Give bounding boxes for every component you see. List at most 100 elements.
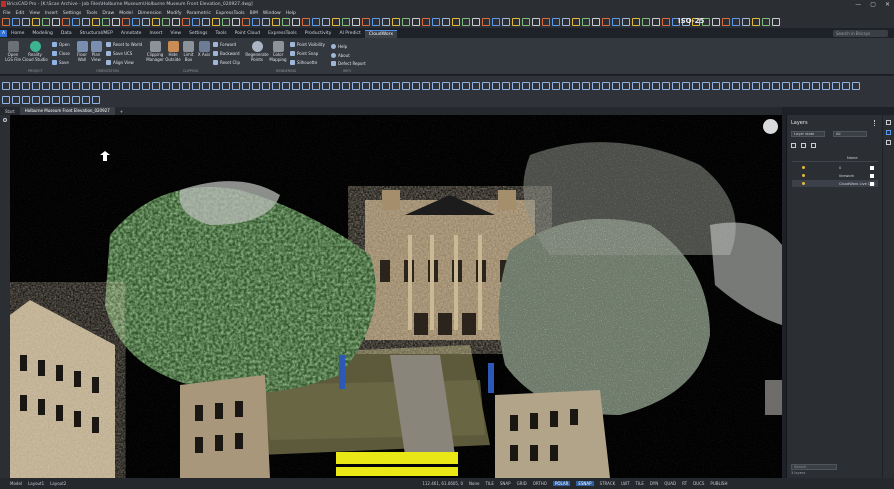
toolbar-tool-icon[interactable] — [312, 18, 320, 26]
draw-tool-icon[interactable] — [2, 96, 10, 104]
layer-row[interactable]: linework — [792, 172, 878, 179]
tab-ai-predict[interactable]: AI Predict — [335, 30, 364, 37]
limit-box-button[interactable]: Limit Box — [182, 41, 195, 62]
draw-tool-icon[interactable] — [172, 82, 180, 90]
draw-tool-icon[interactable] — [362, 82, 370, 90]
toolbar-tool-icon[interactable] — [132, 18, 140, 26]
draw-tool-icon[interactable] — [312, 82, 320, 90]
toggle-tile-2[interactable]: TILE — [636, 481, 644, 486]
layers-icon[interactable] — [886, 130, 891, 135]
layout-tab-model[interactable]: Model — [10, 481, 22, 486]
toolbar-tool-icon[interactable] — [552, 18, 560, 26]
toolbar-tool-icon[interactable] — [722, 18, 730, 26]
toolbar-tool-icon[interactable] — [212, 18, 220, 26]
toolbar-tool-icon[interactable] — [752, 18, 760, 26]
toggle-lwt[interactable]: LWT — [621, 481, 629, 486]
lightbulb-icon[interactable] — [802, 182, 805, 185]
library-icon[interactable] — [886, 140, 891, 145]
toolbar-tool-icon[interactable] — [442, 18, 450, 26]
toggle-polar[interactable]: POLAR — [552, 481, 571, 486]
toggle-ortho[interactable]: ORTHO — [533, 481, 547, 486]
draw-tool-icon[interactable] — [802, 82, 810, 90]
menu-draw[interactable]: Draw — [102, 11, 114, 16]
doc-tab-drawing[interactable]: Holburne Museum Front Elevation_020927 — [19, 107, 115, 115]
menu-help[interactable]: Help — [286, 11, 296, 16]
toolbar-tool-icon[interactable] — [572, 18, 580, 26]
menu-dimension[interactable]: Dimension — [138, 11, 162, 16]
tab-tools[interactable]: Tools — [212, 30, 231, 37]
toolbar-tool-icon[interactable] — [592, 18, 600, 26]
app-menu-button[interactable]: A — [0, 30, 8, 37]
draw-tool-icon[interactable] — [112, 82, 120, 90]
draw-tool-icon[interactable] — [612, 82, 620, 90]
draw-tool-icon[interactable] — [332, 82, 340, 90]
toolbar-tool-icon[interactable] — [22, 18, 30, 26]
draw-tool-icon[interactable] — [132, 82, 140, 90]
toolbar-tool-icon[interactable] — [332, 18, 340, 26]
toolbar-tool-icon[interactable] — [142, 18, 150, 26]
draw-tool-icon[interactable] — [42, 82, 50, 90]
toolbar-tool-icon[interactable] — [522, 18, 530, 26]
draw-tool-icon[interactable] — [22, 96, 30, 104]
menu-tools[interactable]: Tools — [86, 11, 97, 16]
draw-tool-icon[interactable] — [92, 82, 100, 90]
draw-tool-icon[interactable] — [852, 82, 860, 90]
toolbar-tool-icon[interactable] — [372, 18, 380, 26]
draw-tool-icon[interactable] — [462, 82, 470, 90]
menu-file[interactable]: File — [3, 11, 11, 16]
toolbar-tool-icon[interactable] — [632, 18, 640, 26]
toolbar-tool-icon[interactable] — [342, 18, 350, 26]
doc-tab-start[interactable]: Start — [0, 109, 20, 114]
toolbar-tool-icon[interactable] — [772, 18, 780, 26]
draw-tool-icon[interactable] — [562, 82, 570, 90]
menu-window[interactable]: Window — [263, 11, 281, 16]
toolbar-tool-icon[interactable] — [152, 18, 160, 26]
new-tab-button[interactable]: + — [115, 109, 128, 114]
draw-tool-icon[interactable] — [792, 82, 800, 90]
toolbar-tool-icon[interactable] — [252, 18, 260, 26]
toolbar-tool-icon[interactable] — [92, 18, 100, 26]
draw-tool-icon[interactable] — [22, 82, 30, 90]
toggle-dyn[interactable]: DYN — [650, 481, 658, 486]
tab-modeling[interactable]: Modeling — [28, 30, 56, 37]
tab-view[interactable]: View — [166, 30, 185, 37]
draw-tool-icon[interactable] — [212, 82, 220, 90]
menu-view[interactable]: View — [29, 11, 40, 16]
plan-view-button[interactable]: Plan View — [89, 41, 103, 62]
draw-tool-icon[interactable] — [532, 82, 540, 90]
layer-search-input[interactable]: Search — [791, 464, 837, 470]
toolbar-tool-icon[interactable] — [502, 18, 510, 26]
draw-tool-icon[interactable] — [62, 82, 70, 90]
draw-tool-icon[interactable] — [822, 82, 830, 90]
tab-home[interactable]: Home — [7, 30, 28, 37]
draw-tool-icon[interactable] — [592, 82, 600, 90]
draw-tool-icon[interactable] — [742, 82, 750, 90]
menu-modify[interactable]: Modify — [167, 11, 182, 16]
maximize-button[interactable]: ▢ — [870, 1, 876, 8]
draw-tool-icon[interactable] — [52, 82, 60, 90]
draw-tool-icon[interactable] — [832, 82, 840, 90]
toolbar-tool-icon[interactable] — [742, 18, 750, 26]
draw-tool-icon[interactable] — [252, 82, 260, 90]
toolbar-tool-icon[interactable] — [642, 18, 650, 26]
draw-tool-icon[interactable] — [72, 82, 80, 90]
clipping-manager-button[interactable]: Clipping Manager — [145, 41, 165, 62]
reality-cloud-studio-button[interactable]: Reality Cloud Studio — [22, 41, 48, 62]
toolbar-tool-icon[interactable] — [402, 18, 410, 26]
draw-tool-icon[interactable] — [162, 82, 170, 90]
close-button[interactable]: ✕ — [885, 1, 890, 8]
draw-tool-icon[interactable] — [92, 96, 100, 104]
layout-tab-layout1[interactable]: Layout1 — [28, 481, 44, 486]
menu-settings[interactable]: Settings — [63, 11, 81, 16]
hide-outside-button[interactable]: Hide Outside — [165, 41, 181, 62]
draw-tool-icon[interactable] — [292, 82, 300, 90]
draw-tool-icon[interactable] — [72, 96, 80, 104]
toolbar-tool-icon[interactable] — [652, 18, 660, 26]
draw-tool-icon[interactable] — [632, 82, 640, 90]
save-button[interactable]: Save — [52, 60, 69, 65]
toolbar-tool-icon[interactable] — [562, 18, 570, 26]
draw-tool-icon[interactable] — [152, 82, 160, 90]
toolbar-tool-icon[interactable] — [182, 18, 190, 26]
open-lgs-button[interactable]: Open LGS File — [4, 41, 22, 62]
draw-tool-icon[interactable] — [302, 82, 310, 90]
